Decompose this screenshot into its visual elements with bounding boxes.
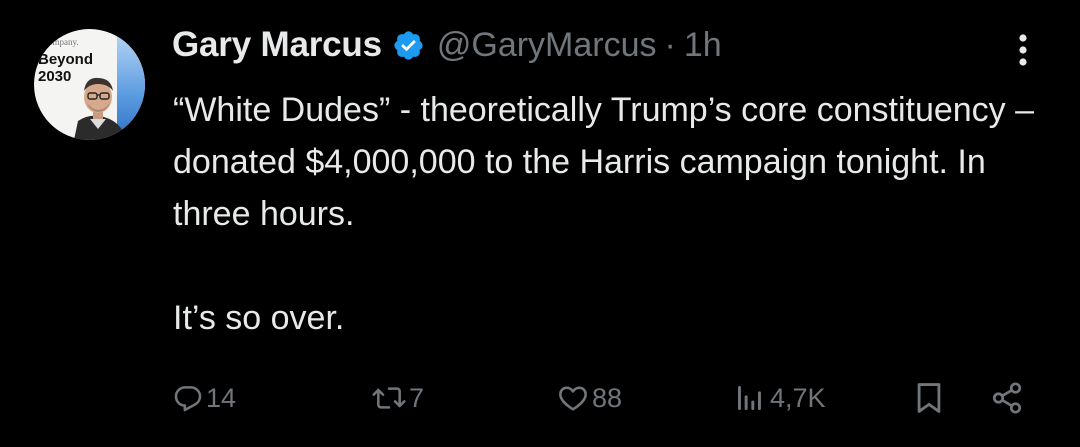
views-chart-icon	[738, 386, 761, 410]
tweet-header: Gary Marcus @GaryMarcus · 1h	[172, 24, 722, 66]
tweet-text: “White Dudes” - theoretically Trump’s co…	[173, 84, 1053, 344]
avatar-portrait	[74, 77, 126, 140]
reply-count: 14	[206, 382, 237, 413]
like-count: 88	[592, 382, 623, 413]
separator-dot: ·	[664, 25, 676, 64]
repost-icon	[372, 387, 406, 409]
tweet[interactable]: ompany. Beyond 2030 Gary Marcus @GaryMar…	[0, 0, 1080, 447]
reply-button[interactable]: 14	[172, 370, 236, 426]
bookmark-button[interactable]	[914, 370, 944, 426]
avatar[interactable]: ompany. Beyond 2030	[34, 29, 145, 140]
reply-icon	[174, 386, 202, 412]
like-button[interactable]: 88	[556, 370, 622, 426]
views-button[interactable]: 4,7K	[736, 370, 826, 426]
share-button[interactable]	[990, 370, 1024, 426]
share-icon	[992, 382, 1022, 414]
tweet-paragraph: It’s so over.	[173, 299, 345, 337]
author-name[interactable]: Gary Marcus	[172, 25, 382, 65]
bookmark-icon	[917, 383, 941, 413]
repost-count: 7	[409, 382, 425, 413]
action-bar: 14 7 88 4,7K	[0, 370, 1080, 426]
more-vertical-icon[interactable]	[1010, 30, 1036, 70]
heart-icon	[559, 386, 587, 411]
repost-button[interactable]: 7	[371, 370, 424, 426]
author-handle[interactable]: @GaryMarcus	[437, 26, 657, 65]
tweet-paragraph: “White Dudes” - theoretically Trump’s co…	[173, 91, 1035, 233]
verified-badge-icon[interactable]	[392, 29, 425, 62]
timestamp[interactable]: 1h	[684, 26, 722, 65]
views-count: 4,7K	[770, 382, 826, 413]
